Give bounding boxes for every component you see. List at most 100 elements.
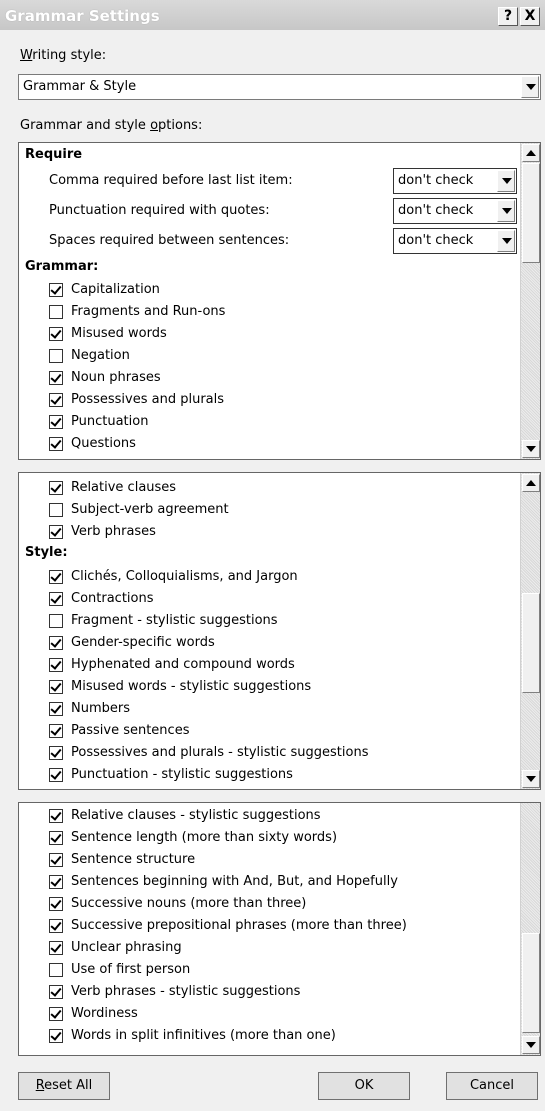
checkbox[interactable]	[49, 658, 63, 672]
checkbox[interactable]	[49, 680, 63, 694]
scroll-thumb[interactable]	[522, 933, 540, 1033]
writing-style-label: Writing style:	[20, 48, 107, 63]
list-item-label: Subject-verb agreement	[71, 502, 229, 517]
list-item-label: Relative clauses - stylistic suggestions	[71, 808, 321, 823]
list-item-label: Capitalization	[71, 282, 160, 297]
checkbox[interactable]	[49, 371, 63, 385]
dropdown-arrow-icon[interactable]	[497, 230, 515, 252]
list-item-label: Relative clauses	[71, 480, 177, 495]
list-item-label: Negation	[71, 348, 130, 363]
list-item-label: Passive sentences	[71, 723, 190, 738]
ok-button[interactable]: OK	[318, 1072, 410, 1100]
list-item-label: Verb phrases	[71, 524, 156, 539]
require-row: Comma required before last list item:	[49, 169, 293, 193]
list-item-label: Contractions	[71, 591, 154, 606]
reset-all-button[interactable]: Reset All	[18, 1072, 110, 1100]
checkbox[interactable]	[49, 393, 63, 407]
list-item-label: Fragment - stylistic suggestions	[71, 613, 278, 628]
checkbox[interactable]	[49, 636, 63, 650]
checkbox[interactable]	[49, 941, 63, 955]
title-bar: Grammar Settings ? X	[0, 0, 545, 30]
list-item-label: Unclear phrasing	[71, 940, 182, 955]
scroll-down-arrow-icon[interactable]	[522, 440, 540, 458]
checkbox[interactable]	[49, 853, 63, 867]
checkbox[interactable]	[49, 503, 63, 517]
style-heading: Style:	[25, 545, 68, 560]
checkbox[interactable]	[49, 614, 63, 628]
scroll-down-arrow-icon[interactable]	[522, 1036, 540, 1054]
list-item-label: Numbers	[71, 701, 130, 716]
checkbox[interactable]	[49, 481, 63, 495]
checkbox[interactable]	[49, 897, 63, 911]
checkbox[interactable]	[49, 437, 63, 451]
list-item-label: Punctuation - stylistic suggestions	[71, 767, 293, 782]
checkbox[interactable]	[49, 283, 63, 297]
require-heading: Require	[25, 147, 83, 162]
checkbox[interactable]	[49, 525, 63, 539]
options-list-panel-2[interactable]: Relative clauses Subject-verb agreement …	[18, 472, 541, 790]
scrollbar[interactable]	[520, 803, 540, 1055]
checkbox[interactable]	[49, 570, 63, 584]
checkbox[interactable]	[49, 768, 63, 782]
scroll-thumb[interactable]	[522, 593, 540, 693]
list-item-label: Verb phrases - stylistic suggestions	[71, 984, 301, 999]
writing-style-value: Grammar & Style	[23, 79, 137, 94]
close-button[interactable]: X	[520, 7, 540, 26]
list-item-label: Fragments and Run-ons	[71, 304, 226, 319]
options-list-panel-3[interactable]: Relative clauses - stylistic suggestions…	[18, 802, 541, 1056]
list-item-label: Misused words - stylistic suggestions	[71, 679, 312, 694]
checkbox[interactable]	[49, 963, 63, 977]
list-item-label: Successive nouns (more than three)	[71, 896, 307, 911]
checkbox[interactable]	[49, 809, 63, 823]
checkbox[interactable]	[49, 831, 63, 845]
list-item-label: Punctuation	[71, 414, 149, 429]
scroll-down-arrow-icon[interactable]	[522, 770, 540, 788]
options-list-panel-1[interactable]: Require Comma required before last list …	[18, 142, 541, 460]
checkbox[interactable]	[49, 327, 63, 341]
require-row: Punctuation required with quotes:	[49, 199, 270, 223]
cancel-button[interactable]: Cancel	[446, 1072, 538, 1100]
writing-style-dropdown-arrow-icon[interactable]	[521, 76, 539, 98]
spaces-between-value: don't check	[398, 233, 474, 248]
scrollbar[interactable]	[520, 143, 540, 459]
options-label: Grammar and style options:	[20, 118, 203, 133]
checkbox[interactable]	[49, 919, 63, 933]
checkbox[interactable]	[49, 415, 63, 429]
list-item-label: Possessives and plurals - stylistic sugg…	[71, 745, 369, 760]
checkbox[interactable]	[49, 305, 63, 319]
scroll-thumb[interactable]	[522, 163, 540, 263]
require-row: Spaces required between sentences:	[49, 229, 289, 253]
checkbox[interactable]	[49, 875, 63, 889]
checkbox[interactable]	[49, 1007, 63, 1021]
comma-required-select[interactable]: don't check	[393, 168, 517, 194]
require-label: Punctuation required with quotes:	[49, 203, 270, 218]
list-item-label: Gender-specific words	[71, 635, 215, 650]
checkbox[interactable]	[49, 592, 63, 606]
scrollbar[interactable]	[520, 473, 540, 789]
list-item-label: Hyphenated and compound words	[71, 657, 295, 672]
checkbox[interactable]	[49, 702, 63, 716]
checkbox[interactable]	[49, 1029, 63, 1043]
punctuation-quotes-value: don't check	[398, 203, 474, 218]
list-item-label: Clichés, Colloquialisms, and Jargon	[71, 569, 298, 584]
list-item-label: Successive prepositional phrases (more t…	[71, 918, 407, 933]
list-item-label: Sentences beginning with And, But, and H…	[71, 874, 398, 889]
list-item-label: Use of first person	[71, 962, 191, 977]
list-item-label: Questions	[71, 436, 136, 451]
scroll-up-arrow-icon[interactable]	[522, 144, 540, 162]
checkbox[interactable]	[49, 349, 63, 363]
writing-style-select[interactable]: Grammar & Style	[18, 74, 541, 100]
spaces-between-select[interactable]: don't check	[393, 228, 517, 254]
scroll-up-arrow-icon[interactable]	[522, 474, 540, 492]
punctuation-quotes-select[interactable]: don't check	[393, 198, 517, 224]
help-button[interactable]: ?	[498, 7, 518, 26]
list-item-label: Words in split infinitives (more than on…	[71, 1028, 336, 1043]
list-item-label: Noun phrases	[71, 370, 161, 385]
list-item-label: Misused words	[71, 326, 167, 341]
checkbox[interactable]	[49, 724, 63, 738]
list-item-label: Wordiness	[71, 1006, 138, 1021]
checkbox[interactable]	[49, 746, 63, 760]
dropdown-arrow-icon[interactable]	[497, 200, 515, 222]
checkbox[interactable]	[49, 985, 63, 999]
dropdown-arrow-icon[interactable]	[497, 170, 515, 192]
